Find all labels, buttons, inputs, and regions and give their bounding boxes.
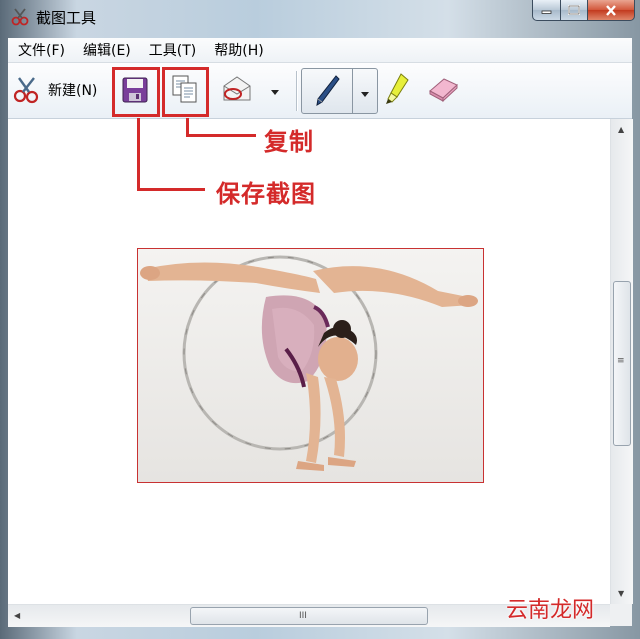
scroll-up-arrow-icon[interactable]: ▲ — [618, 125, 624, 134]
maximize-button[interactable] — [561, 0, 588, 21]
pen-split-divider — [352, 69, 353, 113]
save-callout-line-horizontal — [137, 188, 205, 191]
vertical-grip-icon: ≡ — [617, 356, 625, 366]
maximize-icon — [568, 5, 580, 15]
menu-file[interactable]: 文件(F) — [18, 40, 65, 60]
pen-button[interactable] — [312, 73, 342, 113]
minimize-button[interactable] — [532, 0, 561, 21]
title-bar[interactable]: 截图工具 — [0, 0, 640, 36]
copy-annotation-label: 复制 — [264, 128, 314, 156]
pen-tool-group — [301, 68, 378, 114]
send-snip-button[interactable] — [220, 74, 254, 108]
horizontal-scroll-thumb[interactable]: III — [190, 607, 428, 625]
new-snip-label: 新建(N) — [48, 83, 98, 99]
close-icon — [606, 4, 616, 16]
window-bottom-border — [0, 626, 640, 639]
window-controls — [532, 0, 635, 21]
scrollbar-corner — [610, 604, 632, 626]
envelope-icon — [223, 76, 251, 101]
toolbar: 新建(N) — [8, 63, 632, 119]
gymnast-image — [138, 249, 483, 482]
save-highlight-box — [112, 67, 160, 117]
close-button[interactable] — [588, 0, 635, 21]
send-dropdown-button[interactable] — [270, 85, 280, 100]
scroll-left-arrow-icon[interactable]: ◀ — [14, 611, 20, 620]
highlighter-icon — [386, 73, 409, 104]
eraser-button[interactable] — [426, 75, 460, 107]
chevron-down-icon — [361, 92, 369, 97]
vertical-scroll-thumb[interactable]: ≡ — [613, 281, 631, 446]
menu-bar: 文件(F) 编辑(E) 工具(T) 帮助(H) — [8, 38, 632, 63]
eraser-icon — [429, 78, 458, 103]
pen-icon — [316, 75, 340, 106]
copy-callout-line-horizontal — [186, 134, 256, 137]
menu-edit[interactable]: 编辑(E) — [83, 40, 131, 60]
vertical-scrollbar[interactable]: ▲ ≡ ▼ — [610, 119, 633, 604]
menu-tools[interactable]: 工具(T) — [149, 40, 196, 60]
highlighter-button[interactable] — [383, 71, 413, 111]
scissors-icon — [13, 77, 39, 104]
window-frame: 截图工具 文件(F) 编辑(E) 工具(T) 帮助(H) 新建(N) ▲ ≡ ▼… — [0, 0, 640, 639]
watermark-text: 云南龙网 — [506, 598, 595, 623]
minimize-icon — [541, 10, 552, 14]
chevron-down-icon — [271, 90, 279, 95]
save-callout-line-vertical — [137, 118, 140, 190]
copy-highlight-box — [162, 67, 209, 117]
toolbar-separator — [296, 71, 297, 111]
gymnast-with-hoop-photo — [137, 248, 484, 483]
scroll-down-arrow-icon[interactable]: ▼ — [618, 589, 624, 598]
scissors-app-icon — [11, 8, 29, 26]
menu-help[interactable]: 帮助(H) — [214, 40, 263, 60]
save-annotation-label: 保存截图 — [216, 180, 316, 208]
horizontal-grip-icon: III — [299, 611, 307, 621]
new-snip-button[interactable]: 新建(N) — [12, 73, 97, 107]
pen-dropdown-button[interactable] — [360, 87, 370, 102]
window-title: 截图工具 — [36, 9, 97, 27]
